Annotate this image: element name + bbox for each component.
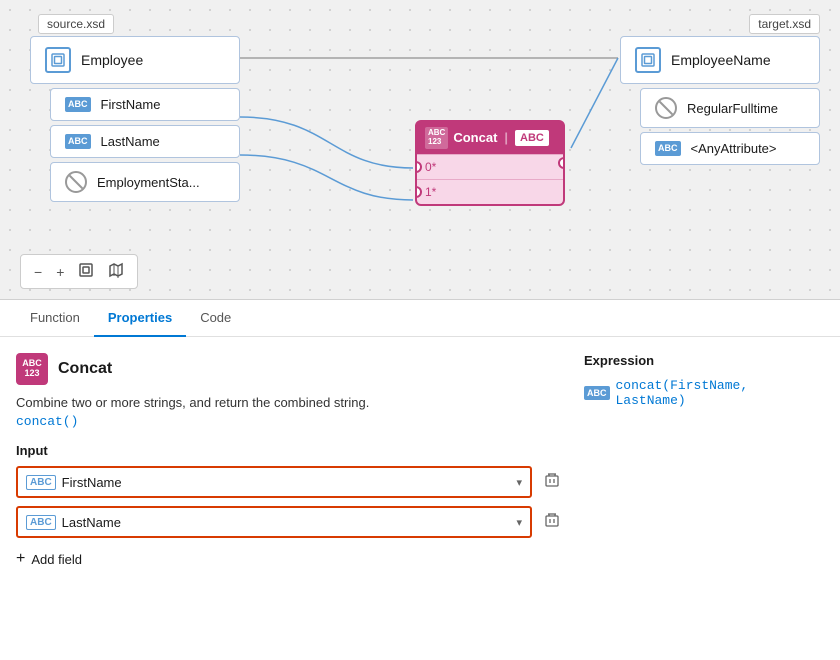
func-name: Concat (58, 360, 112, 378)
func-icon: ABC123 (16, 353, 48, 385)
target-label: target.xsd (749, 14, 820, 34)
source-label: source.xsd (38, 14, 114, 34)
tab-properties[interactable]: Properties (94, 300, 186, 337)
input-1-value: LastName (62, 515, 517, 530)
tabs-bar: Function Properties Code (0, 300, 840, 337)
panel-right: Expression ABC concat(FirstName, LastNam… (584, 353, 824, 639)
target-root-label: EmployeeName (671, 52, 771, 68)
anyattribute-type-badge: ABC (655, 141, 681, 156)
fit-button[interactable] (73, 259, 99, 284)
input-label: Input (16, 443, 564, 458)
source-empstatus-node[interactable]: EmploymentSta... (50, 162, 240, 202)
concat-input-dot-1 (415, 186, 422, 198)
regularfulltime-icon (655, 97, 677, 119)
input-0-abc-tag: ABC (26, 475, 56, 490)
target-regularfulltime-node[interactable]: RegularFulltime (640, 88, 820, 128)
concat-header-left: ABC123 Concat | ABC (425, 127, 549, 149)
target-root-icon (635, 47, 661, 73)
delete-input-1-button[interactable] (540, 508, 564, 537)
target-anyattribute-node[interactable]: ABC <AnyAttribute> (640, 132, 820, 165)
concat-node[interactable]: ABC123 Concat | ABC 0* 1* (415, 120, 565, 206)
func-description: Combine two or more strings, and return … (16, 395, 564, 410)
concat-input-0-label: 0* (425, 160, 436, 174)
concat-input-1[interactable]: 1* (417, 179, 563, 204)
concat-input-0[interactable]: 0* (417, 154, 563, 179)
tab-code[interactable]: Code (186, 300, 245, 337)
func-signature: concat() (16, 414, 564, 429)
expression-abc-badge: ABC (584, 386, 610, 401)
bottom-panel: Function Properties Code ABC123 Concat C… (0, 300, 840, 660)
target-schema: EmployeeName RegularFulltime ABC <AnyAtt… (620, 36, 820, 169)
input-0-value: FirstName (62, 475, 517, 490)
firstname-type-badge: ABC (65, 97, 91, 112)
expression-label: Expression (584, 353, 824, 368)
concat-inputs: 0* 1* (417, 154, 563, 204)
firstname-label: FirstName (101, 97, 161, 112)
expression-value: ABC concat(FirstName, LastName) (584, 378, 824, 408)
anyattribute-label: <AnyAttribute> (691, 141, 777, 156)
input-0-chevron-icon: ▾ (516, 476, 522, 489)
source-root-icon (45, 47, 71, 73)
concat-abc-right: ABC (515, 130, 549, 146)
concat-input-1-label: 1* (425, 185, 436, 199)
canvas-area: source.xsd target.xsd Employee ABC First… (0, 0, 840, 300)
input-1-abc-tag: ABC (26, 515, 56, 530)
zoom-out-button[interactable]: − (29, 259, 47, 284)
delete-input-0-button[interactable] (540, 468, 564, 497)
source-schema: Employee ABC FirstName ABC LastName Empl… (30, 36, 240, 206)
source-root-node[interactable]: Employee (30, 36, 240, 84)
expression-text: concat(FirstName, LastName) (616, 378, 825, 408)
empstatus-label: EmploymentSta... (97, 175, 200, 190)
tab-function[interactable]: Function (16, 300, 94, 337)
source-root-label: Employee (81, 52, 143, 68)
concat-abc-badge: ABC123 (425, 127, 448, 149)
input-1-chevron-icon: ▾ (516, 516, 522, 529)
func-heading: ABC123 Concat (16, 353, 564, 385)
add-field-button[interactable]: + Add field (16, 546, 82, 572)
target-root-node[interactable]: EmployeeName (620, 36, 820, 84)
map-button[interactable] (103, 259, 129, 284)
concat-title: Concat (453, 130, 497, 145)
empstatus-icon (65, 171, 87, 193)
source-lastname-node[interactable]: ABC LastName (50, 125, 240, 158)
add-field-label: Add field (31, 552, 82, 567)
canvas-toolbar: − + (20, 254, 138, 289)
source-firstname-node[interactable]: ABC FirstName (50, 88, 240, 121)
panel-left: ABC123 Concat Combine two or more string… (16, 353, 564, 639)
input-row-0: ABC FirstName ▾ (16, 466, 564, 498)
zoom-in-button[interactable]: + (51, 259, 69, 284)
lastname-type-badge: ABC (65, 134, 91, 149)
concat-input-dot-0 (415, 161, 422, 173)
lastname-label: LastName (101, 134, 160, 149)
input-dropdown-1[interactable]: ABC LastName ▾ (16, 506, 532, 538)
regularfulltime-label: RegularFulltime (687, 101, 778, 116)
input-dropdown-0[interactable]: ABC FirstName ▾ (16, 466, 532, 498)
input-row-1: ABC LastName ▾ (16, 506, 564, 538)
concat-header: ABC123 Concat | ABC (417, 122, 563, 154)
panel-content: ABC123 Concat Combine two or more string… (0, 337, 840, 655)
add-icon: + (16, 550, 25, 568)
